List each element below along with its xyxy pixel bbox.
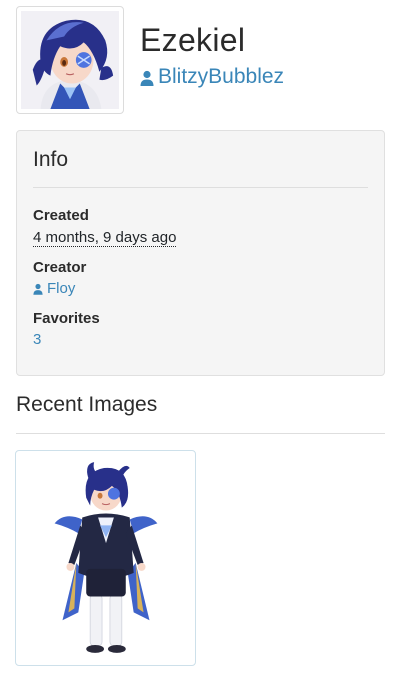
favorites-count[interactable]: 3 (33, 331, 41, 348)
info-card: Info Created 4 months, 9 days ago Creato… (16, 130, 385, 376)
avatar[interactable] (16, 6, 124, 114)
character-header: Ezekiel BlitzyBubblez (16, 6, 386, 114)
avatar-image (21, 11, 119, 109)
character-image (19, 454, 192, 662)
creator-label: Creator (33, 259, 87, 276)
recent-image-thumbnail[interactable] (15, 450, 196, 666)
info-title: Info (33, 148, 69, 171)
owner-link[interactable]: BlitzyBubblez (140, 65, 284, 89)
favorites-label: Favorites (33, 310, 100, 327)
creator-link[interactable]: Floy (33, 280, 75, 297)
character-name: Ezekiel (140, 22, 246, 58)
owner-name: BlitzyBubblez (158, 65, 285, 88)
person-icon (140, 70, 154, 86)
creator-name: Floy (47, 280, 76, 297)
created-label: Created (33, 207, 89, 224)
created-value: 4 months, 9 days ago (33, 229, 177, 247)
person-icon (33, 283, 43, 295)
recent-images-title: Recent Images (16, 393, 158, 416)
info-divider (33, 187, 368, 188)
section-divider (16, 433, 385, 434)
